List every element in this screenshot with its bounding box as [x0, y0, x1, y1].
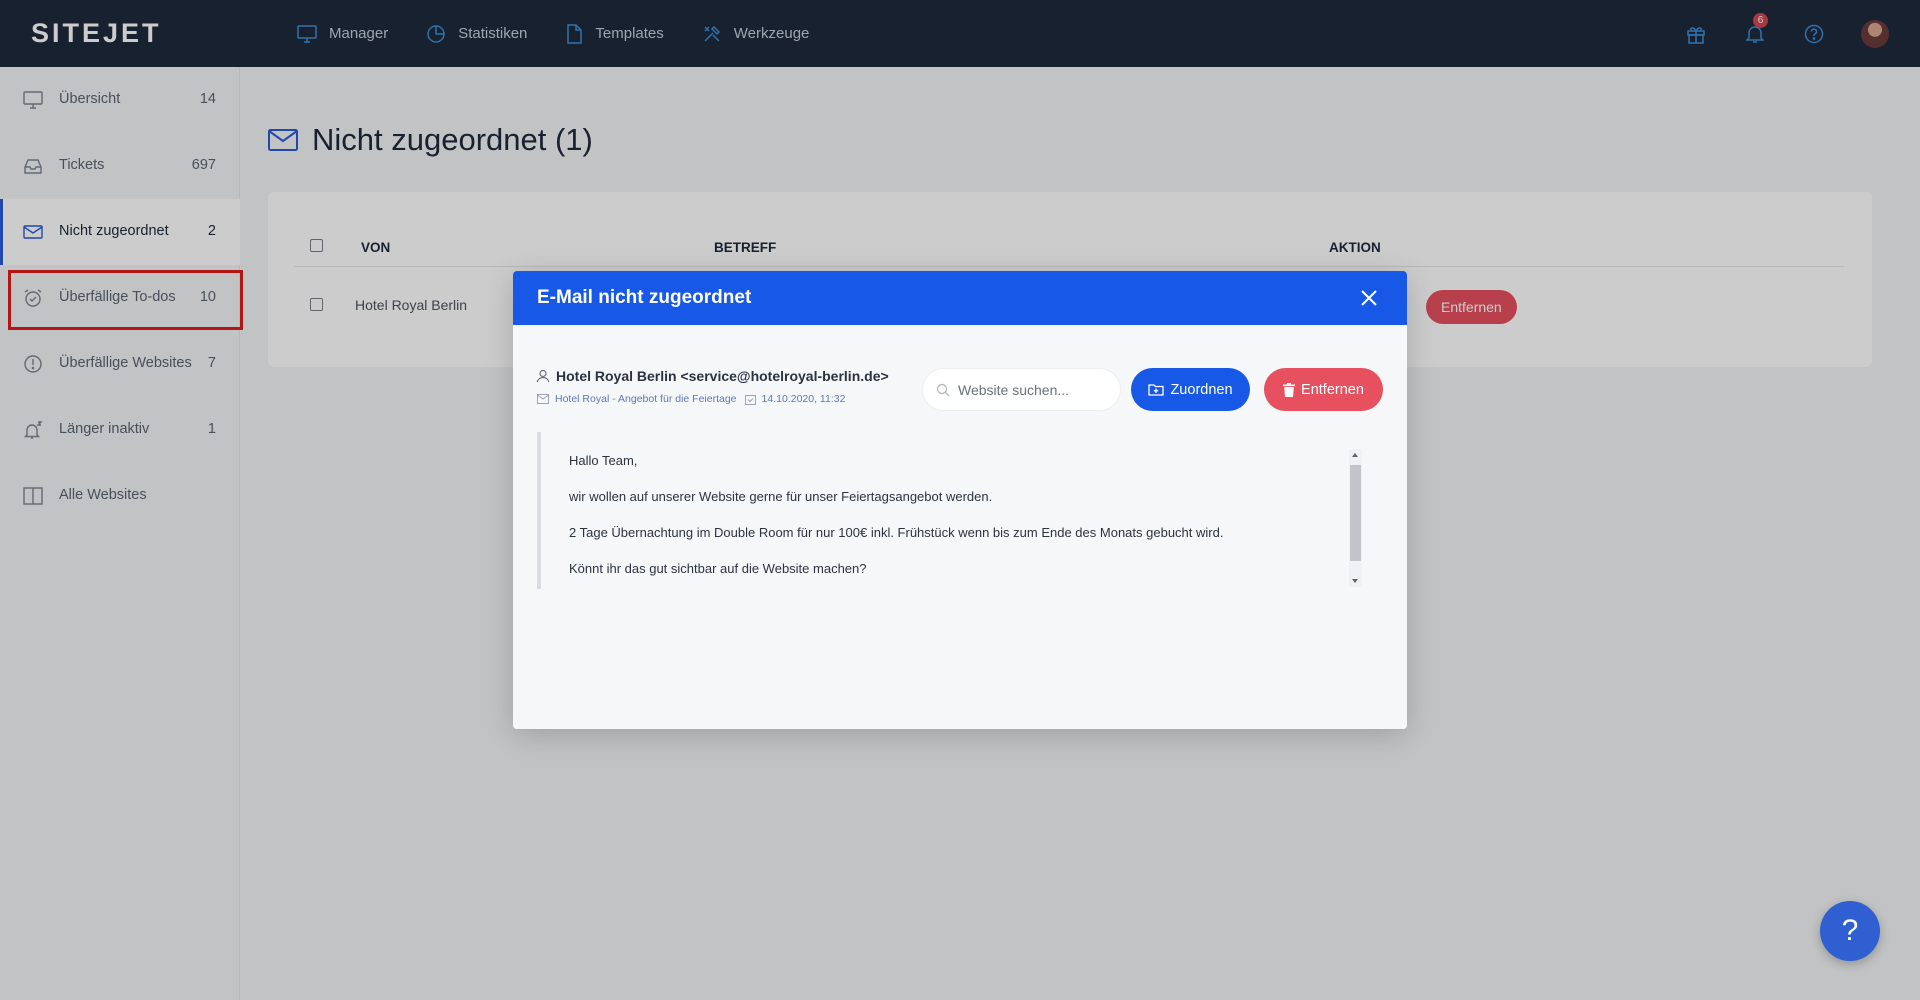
website-search[interactable]	[922, 368, 1121, 411]
sender-name: Hotel Royal Berlin <service@hotelroyal-b…	[556, 368, 889, 384]
modal-title: E-Mail nicht zugeordnet	[537, 287, 752, 308]
scroll-up-arrow[interactable]	[1352, 453, 1358, 457]
email-body: Hallo Team, wir wollen auf unserer Websi…	[537, 432, 1223, 589]
email-subject: Hotel Royal - Angebot für die Feiertage	[555, 393, 737, 405]
folder-plus-icon	[1148, 384, 1165, 396]
user-icon	[536, 369, 550, 383]
email-meta: Hotel Royal - Angebot für die Feiertage …	[537, 393, 845, 405]
remove-button-label: Entfernen	[1301, 381, 1364, 398]
modal-body: Hotel Royal Berlin <service@hotelroyal-b…	[513, 325, 1407, 729]
email-date: 14.10.2020, 11:32	[761, 393, 846, 405]
scroll-down-arrow[interactable]	[1352, 579, 1358, 583]
email-modal: E-Mail nicht zugeordnet Hotel Royal Berl…	[513, 271, 1407, 729]
calendar-check-icon	[744, 394, 756, 405]
email-scrollbar[interactable]	[1349, 449, 1362, 587]
email-paragraph: wir wollen auf unserer Website gerne für…	[569, 489, 993, 504]
remove-button[interactable]: Entfernen	[1264, 368, 1383, 411]
email-paragraph: 2 Tage Übernachtung im Double Room für n…	[569, 525, 1224, 540]
envelope-icon	[537, 394, 549, 404]
trash-icon	[1283, 382, 1296, 397]
close-icon[interactable]	[1357, 286, 1381, 310]
email-paragraph: Hallo Team,	[569, 453, 638, 468]
assign-button-label: Zuordnen	[1170, 381, 1233, 398]
website-search-input[interactable]	[958, 381, 1108, 398]
email-paragraph: Könnt ihr das gut sichtbar auf die Websi…	[569, 561, 867, 576]
help-button[interactable]: ?	[1820, 901, 1880, 961]
assign-button[interactable]: Zuordnen	[1131, 368, 1250, 411]
scroll-thumb[interactable]	[1350, 465, 1361, 561]
modal-header: E-Mail nicht zugeordnet	[513, 271, 1407, 325]
search-icon	[936, 383, 950, 396]
sender-line: Hotel Royal Berlin <service@hotelroyal-b…	[536, 368, 889, 384]
email-text: Hallo Team, wir wollen auf unserer Websi…	[569, 452, 1349, 596]
